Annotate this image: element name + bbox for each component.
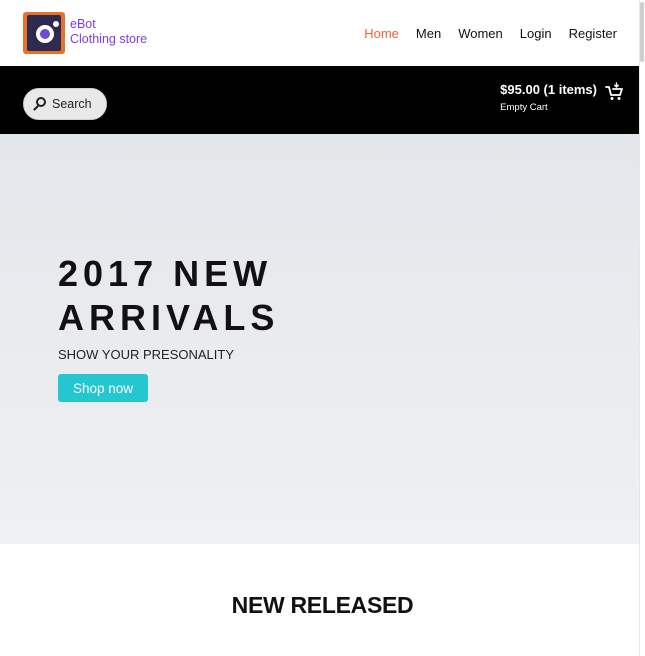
brand-line-1: eBot: [70, 17, 96, 31]
hero-banner: 2017 NEW ARRIVALS SHOW YOUR PRESONALITY …: [0, 134, 645, 544]
nav-women[interactable]: Women: [458, 26, 503, 41]
search-label: Search: [52, 97, 92, 111]
page-scrollbar[interactable]: [639, 0, 645, 656]
search-button[interactable]: Search: [23, 88, 107, 120]
site-header: eBot Clothing store Home Men Women Login…: [0, 0, 639, 66]
search-icon: [33, 97, 47, 111]
cart-total[interactable]: $95.00 (1 items): [500, 82, 597, 97]
empty-cart-link[interactable]: Empty Cart: [500, 102, 597, 113]
hero-subtitle: SHOW YOUR PRESONALITY: [58, 347, 235, 362]
hero-title-line-1: 2017 NEW: [58, 253, 273, 294]
section-title-new-released: NEW RELEASED: [231, 592, 414, 618]
scrollbar-thumb[interactable]: [640, 2, 644, 62]
hero-title: 2017 NEW ARRIVALS: [58, 252, 279, 340]
logo-icon: [27, 15, 61, 51]
nav-register[interactable]: Register: [569, 26, 617, 41]
main-nav: Home Men Women Login Register: [364, 26, 617, 41]
brand-name[interactable]: eBot Clothing store: [70, 17, 147, 47]
cart-summary[interactable]: $95.00 (1 items) Empty Cart: [500, 82, 625, 113]
hero-title-line-2: ARRIVALS: [58, 297, 280, 338]
store-logo[interactable]: [23, 12, 65, 54]
brand-line-2: Clothing store: [70, 32, 148, 46]
top-bar: Search $95.00 (1 items) Empty Cart: [0, 66, 639, 134]
nav-men[interactable]: Men: [416, 26, 441, 41]
nav-login[interactable]: Login: [520, 26, 552, 41]
cart-icon[interactable]: [605, 82, 625, 102]
shop-now-button[interactable]: Shop now: [58, 374, 148, 402]
nav-home[interactable]: Home: [364, 26, 399, 41]
